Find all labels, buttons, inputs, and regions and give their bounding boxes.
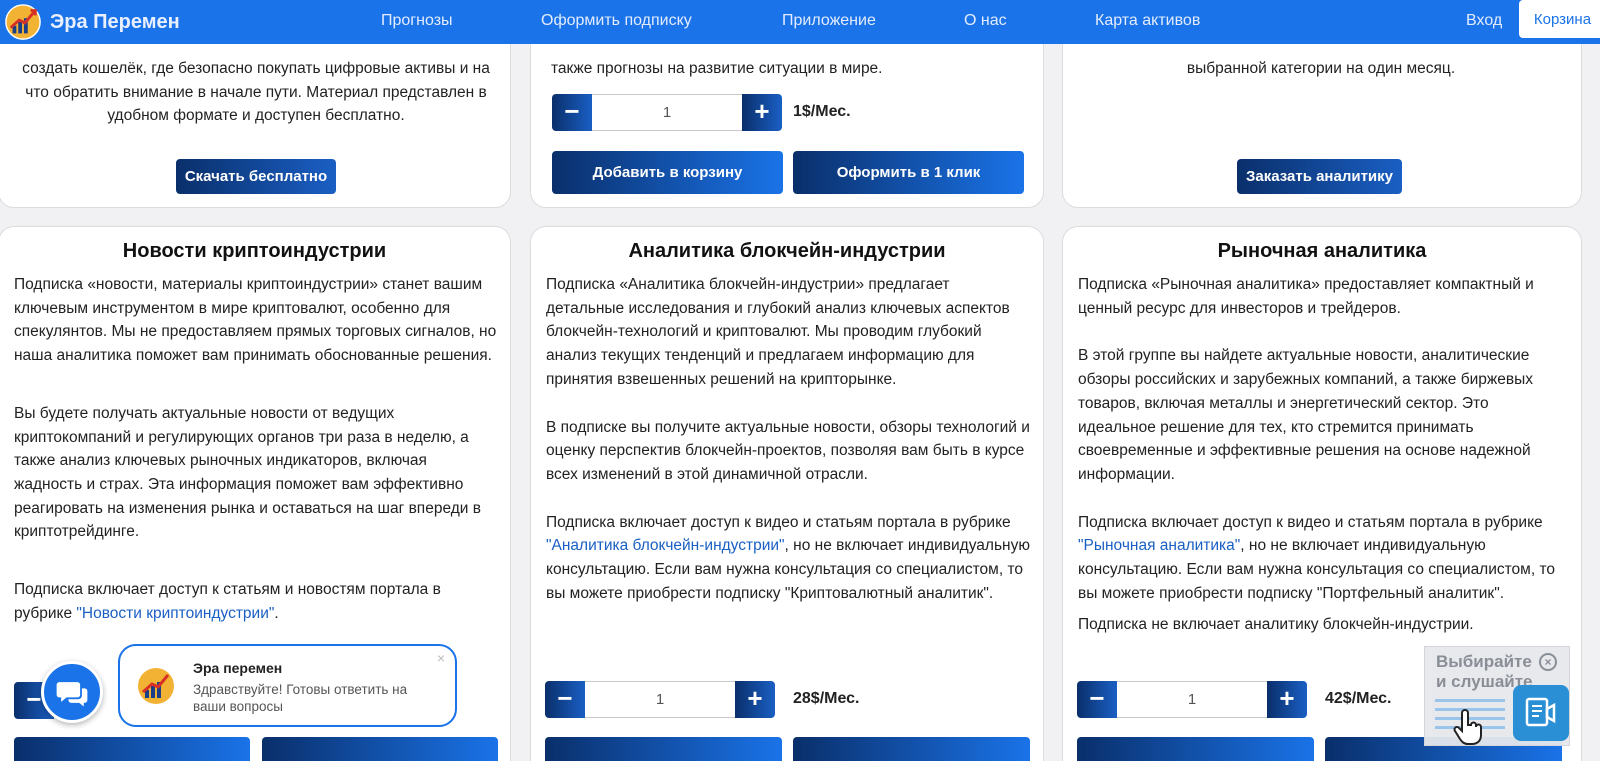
card-title: Рыночная аналитика: [1217, 240, 1427, 262]
paragraph-text: Подписка включает доступ к видео и стать…: [546, 513, 1011, 531]
rubric-link[interactable]: "Аналитика блокчейн-индустрии": [546, 537, 785, 554]
chart-growth-icon: [138, 668, 174, 704]
chat-message: Здравствуйте! Готовы ответить на ваши во…: [193, 682, 408, 714]
chat-sender-name: Эра перемен: [193, 660, 283, 676]
logo-text: Эра Перемен: [50, 10, 180, 33]
close-icon[interactable]: ×: [437, 650, 445, 666]
quantity-input[interactable]: 1: [592, 94, 742, 131]
nav-about[interactable]: О нас: [964, 12, 1007, 30]
one-click-order-button[interactable]: Оформить в 1 клик: [793, 151, 1024, 194]
chart-growth-icon: [5, 4, 41, 40]
paragraph-text: .: [274, 604, 279, 622]
quantity-input[interactable]: 1: [1117, 681, 1267, 718]
card-paragraph: Подписка «Аналитика блокчейн-индустрии» …: [546, 276, 1010, 388]
decrement-button[interactable]: −: [552, 94, 592, 131]
site-header: Эра Перемен Прогнозы Оформить подписку П…: [0, 0, 1600, 44]
add-to-cart-button[interactable]: [545, 737, 782, 761]
logo[interactable]: Эра Перемен: [4, 2, 180, 42]
chat-greeting-popup[interactable]: Эра перемен Здравствуйте! Готовы ответит…: [118, 644, 457, 727]
close-icon[interactable]: ×: [1539, 653, 1557, 671]
listen-button[interactable]: [1513, 685, 1569, 741]
voice-reader-widget[interactable]: Выбирайте и слушайте ×: [1424, 646, 1570, 746]
card-text: выбранной категории на один месяц.: [1186, 60, 1456, 77]
one-click-order-button[interactable]: [793, 737, 1030, 761]
decrement-button[interactable]: −: [1077, 681, 1117, 718]
rubric-link[interactable]: "Рыночная аналитика": [1078, 537, 1240, 554]
chat-launcher[interactable]: [41, 661, 103, 723]
quantity-stepper: − 1 +: [1077, 681, 1307, 718]
quantity-stepper: − 1 +: [552, 94, 782, 131]
cart-button[interactable]: Корзина: [1519, 0, 1600, 38]
hand-pointer-icon: [1453, 709, 1482, 745]
card-body: Подписка «Аналитика блокчейн-индустрии» …: [546, 273, 1031, 629]
card-paragraph: Подписка «Рыночная аналитика» предоставл…: [1078, 276, 1534, 317]
card-paragraph: Подписка включает доступ к статьям и нов…: [14, 578, 499, 625]
increment-button[interactable]: +: [1267, 681, 1307, 718]
rubric-link[interactable]: "Новости криптоиндустрии": [76, 605, 274, 622]
card-paragraph: В этой группе вы найдете актуальные ново…: [1078, 347, 1533, 483]
quantity-stepper: − 1 +: [545, 681, 775, 718]
card-paragraph: Подписка включает доступ к видео и стать…: [1078, 511, 1563, 606]
card-text: также прогнозы на развитие ситуации в ми…: [551, 60, 883, 77]
nav-subscribe[interactable]: Оформить подписку: [541, 12, 692, 30]
nav-asset-map[interactable]: Карта активов: [1095, 12, 1200, 30]
card-paragraph: Подписка не включает аналитику блокчейн-…: [1078, 616, 1474, 634]
add-to-cart-button[interactable]: [1077, 737, 1314, 761]
card-body: Подписка «Рыночная аналитика» предоставл…: [1078, 273, 1563, 661]
nav-forecasts[interactable]: Прогнозы: [381, 12, 453, 30]
login-link[interactable]: Вход: [1466, 12, 1502, 30]
card-blockchain-analytics: Аналитика блокчейн-индустрии Подписка «А…: [530, 226, 1044, 761]
listen-document-icon: [1525, 697, 1556, 727]
paragraph-text: Подписка включает доступ к видео и стать…: [1078, 513, 1543, 531]
card-body: Подписка «новости, материалы криптоиндус…: [14, 273, 499, 649]
quantity-input[interactable]: 1: [585, 681, 735, 718]
increment-button[interactable]: +: [742, 94, 782, 131]
chat-bubbles-icon: [56, 682, 88, 707]
card-paragraph: Вы будете получать актуальные новости от…: [14, 404, 481, 541]
card-title: Новости криптоиндустрии: [122, 240, 387, 262]
order-analytics-button[interactable]: Заказать аналитику: [1237, 159, 1402, 194]
add-to-cart-button[interactable]: Добавить в корзину: [552, 151, 783, 194]
card-paragraph: Подписка «новости, материалы криптоиндус…: [14, 276, 497, 365]
add-to-cart-button[interactable]: [14, 737, 250, 761]
card-paragraph: Подписка включает доступ к видео и стать…: [546, 511, 1031, 606]
nav-app[interactable]: Приложение: [782, 12, 876, 30]
card-paragraph: В подписке вы получите актуальные новост…: [546, 418, 1030, 483]
card-title: Аналитика блокчейн-индустрии: [628, 240, 946, 262]
price-label: 28$/Мес.: [793, 690, 860, 707]
price-label: 1$/Мес.: [793, 103, 851, 120]
price-label: 42$/Мес.: [1325, 690, 1392, 707]
increment-button[interactable]: +: [735, 681, 775, 718]
one-click-order-button[interactable]: [262, 737, 498, 761]
download-free-button[interactable]: Скачать бесплатно: [176, 159, 336, 194]
decrement-button[interactable]: −: [545, 681, 585, 718]
card-text: создать кошелёк, где безопасно покупать …: [22, 60, 490, 125]
